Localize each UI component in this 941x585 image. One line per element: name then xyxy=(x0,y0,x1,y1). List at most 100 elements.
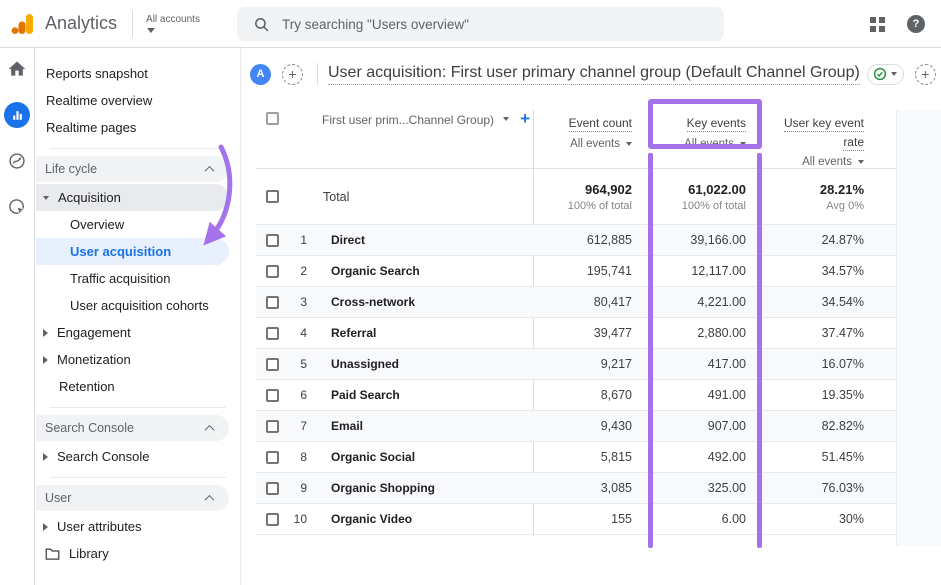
table-row[interactable]: 3Cross-network 80,417 4,221.00 34.54% xyxy=(256,287,896,318)
add-report-button[interactable]: + xyxy=(915,64,936,85)
reports-icon[interactable] xyxy=(4,103,30,127)
sidebar-section-life-cycle[interactable]: Life cycle xyxy=(36,156,229,182)
add-comparison-button[interactable]: + xyxy=(282,64,303,85)
sidebar-item-library[interactable]: Library xyxy=(36,540,240,567)
dimension-header-label[interactable]: First user prim...Channel Group) xyxy=(322,113,494,127)
topbar-divider xyxy=(132,11,133,37)
row-checkbox[interactable] xyxy=(266,513,279,526)
sidebar-item-traffic-acquisition[interactable]: Traffic acquisition xyxy=(36,265,240,292)
key-events-value: 417.00 xyxy=(652,357,764,371)
key-events-filter[interactable]: All events xyxy=(652,138,746,150)
sidebar-divider xyxy=(50,407,226,408)
chevron-down-icon[interactable] xyxy=(503,117,509,121)
sidebar-item-user-attributes[interactable]: User attributes xyxy=(36,513,240,540)
total-label: Total xyxy=(323,190,349,204)
sidebar-divider xyxy=(50,477,226,478)
sidebar-item-reports-snapshot[interactable]: Reports snapshot xyxy=(36,60,240,87)
sidebar-item-monetization[interactable]: Monetization xyxy=(36,346,240,373)
table-row[interactable]: 9Organic Shopping 3,085 325.00 76.03% xyxy=(256,473,896,504)
sidebar-item-user-acquisition-cohorts[interactable]: User acquisition cohorts xyxy=(36,292,240,319)
report-status-button[interactable] xyxy=(867,64,904,85)
chevron-down-icon xyxy=(626,142,632,146)
sidebar-item-realtime-overview[interactable]: Realtime overview xyxy=(36,87,240,114)
sidebar-item-acquisition[interactable]: Acquisition xyxy=(36,184,229,211)
rate-value: 37.47% xyxy=(764,326,896,340)
sidebar-item-overview[interactable]: Overview xyxy=(36,211,240,238)
event-count-value: 80,417 xyxy=(533,295,652,309)
chevron-down-icon xyxy=(858,160,864,164)
key-events-value: 2,880.00 xyxy=(652,326,764,340)
property-avatar[interactable]: A xyxy=(250,64,271,85)
event-count-header-label[interactable]: Event count xyxy=(533,114,632,133)
event-count-filter[interactable]: All events xyxy=(533,138,632,150)
channel-name: Organic Search xyxy=(331,264,420,278)
acquisition-table: First user prim...Channel Group) + Event… xyxy=(256,105,896,535)
table-row[interactable]: 4Referral 39,477 2,880.00 37.47% xyxy=(256,318,896,349)
table-row[interactable]: 7Email 9,430 907.00 82.82% xyxy=(256,411,896,442)
key-events-value: 491.00 xyxy=(652,388,764,402)
total-event-count: 964,902 xyxy=(533,182,632,197)
analytics-logo-icon xyxy=(11,12,35,36)
add-dimension-button[interactable]: + xyxy=(520,109,530,129)
header-divider xyxy=(317,63,318,85)
channel-name: Organic Video xyxy=(331,512,412,526)
row-checkbox[interactable] xyxy=(266,296,279,309)
table-row[interactable]: 10Organic Video 155 6.00 30% xyxy=(256,504,896,535)
reports-active-indicator xyxy=(4,102,30,128)
row-checkbox[interactable] xyxy=(266,420,279,433)
sidebar-item-retention[interactable]: Retention xyxy=(36,373,240,400)
key-events-value: 907.00 xyxy=(652,419,764,433)
sidebar-item-search-console[interactable]: Search Console xyxy=(36,443,240,470)
event-count-value: 39,477 xyxy=(533,326,652,340)
table-row[interactable]: 6Paid Search 8,670 491.00 19.35% xyxy=(256,380,896,411)
key-events-header-label[interactable]: Key events xyxy=(652,114,746,133)
row-checkbox[interactable] xyxy=(266,389,279,402)
table-row[interactable]: 2Organic Search 195,741 12,117.00 34.57% xyxy=(256,256,896,287)
table-row[interactable]: 1Direct 612,885 39,166.00 24.87% xyxy=(256,225,896,256)
total-row-checkbox[interactable] xyxy=(266,190,279,203)
search-input[interactable] xyxy=(282,17,662,32)
account-switcher[interactable]: All accounts xyxy=(146,14,200,33)
key-events-value: 325.00 xyxy=(652,481,764,495)
row-checkbox[interactable] xyxy=(266,234,279,247)
row-checkbox[interactable] xyxy=(266,451,279,464)
channel-name: Organic Social xyxy=(331,450,415,464)
sidebar-item-realtime-pages[interactable]: Realtime pages xyxy=(36,114,240,141)
help-icon[interactable]: ? xyxy=(907,15,925,33)
chevron-down-icon xyxy=(147,28,155,33)
chevron-right-icon xyxy=(43,356,48,364)
rate-filter[interactable]: All events xyxy=(764,156,864,168)
table-row[interactable]: 8Organic Social 5,815 492.00 51.45% xyxy=(256,442,896,473)
event-count-value: 9,217 xyxy=(533,357,652,371)
sidebar-section-user[interactable]: User xyxy=(36,485,229,511)
sidebar-item-user-acquisition[interactable]: User acquisition xyxy=(36,238,229,265)
check-circle-icon xyxy=(873,67,887,81)
search-bar[interactable] xyxy=(237,7,724,41)
advertising-icon[interactable] xyxy=(7,195,27,219)
select-all-checkbox[interactable] xyxy=(266,112,279,125)
channel-name: Paid Search xyxy=(331,388,400,402)
table-row[interactable]: 5Unassigned 9,217 417.00 16.07% xyxy=(256,349,896,380)
channel-name: Unassigned xyxy=(331,357,399,371)
row-checkbox[interactable] xyxy=(266,482,279,495)
row-checkbox[interactable] xyxy=(266,327,279,340)
rate-value: 34.57% xyxy=(764,264,896,278)
key-events-value: 492.00 xyxy=(652,450,764,464)
sidebar-section-search-console[interactable]: Search Console xyxy=(36,415,229,441)
chevron-right-icon xyxy=(43,329,48,337)
chevron-down-icon xyxy=(891,72,897,76)
sidebar-item-engagement[interactable]: Engagement xyxy=(36,319,240,346)
explore-icon[interactable] xyxy=(7,149,27,173)
total-key-events-share: 100% of total xyxy=(652,200,746,212)
apps-grid-icon[interactable] xyxy=(870,17,885,32)
row-checkbox[interactable] xyxy=(266,358,279,371)
home-icon[interactable] xyxy=(7,57,27,81)
rate-header-label[interactable]: User key event rate xyxy=(764,114,864,151)
user-key-event-rate-header-cell: User key event rate All events xyxy=(764,105,896,168)
ga4-app-window: Analytics All accounts ? xyxy=(0,0,941,585)
rate-value: 24.87% xyxy=(764,233,896,247)
row-checkbox[interactable] xyxy=(266,265,279,278)
channel-name: Cross-network xyxy=(331,295,415,309)
report-title[interactable]: User acquisition: First user primary cha… xyxy=(328,64,860,85)
total-rate-avg: Avg 0% xyxy=(764,200,864,212)
